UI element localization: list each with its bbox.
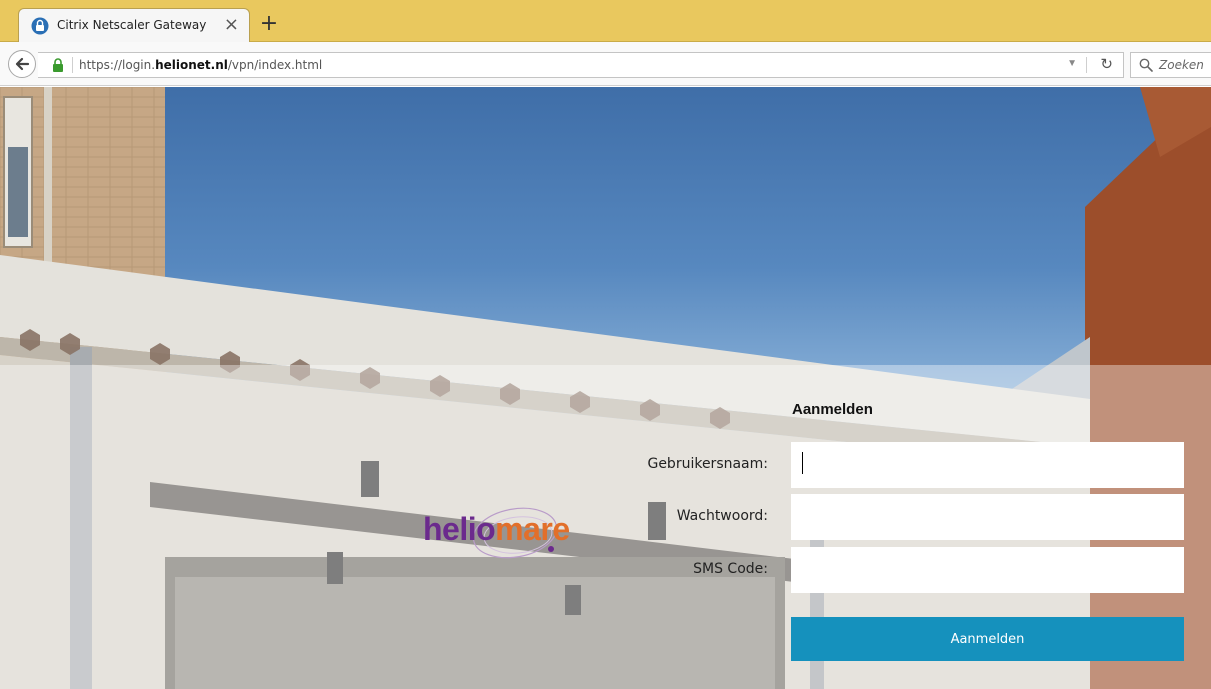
close-icon[interactable]: × (224, 14, 239, 36)
browser-tab-bar: Citrix Netscaler Gateway × + (0, 0, 1211, 42)
login-submit-button[interactable]: Aanmelden (791, 617, 1184, 661)
navigation-bar: https://login.helionet.nl/vpn/index.html… (0, 42, 1211, 86)
tab-title: Citrix Netscaler Gateway (57, 18, 207, 32)
back-arrow-icon (15, 57, 30, 71)
lock-icon (53, 58, 63, 72)
login-page: heliomare Aanmelden Gebruikersnaam: Wach… (0, 87, 1211, 689)
citrix-tab-icon (31, 17, 49, 35)
sms-code-label: SMS Code: (693, 561, 768, 577)
plus-icon[interactable]: + (256, 13, 282, 37)
browser-tab[interactable]: Citrix Netscaler Gateway × (18, 8, 250, 42)
reload-icon[interactable]: ↻ (1100, 55, 1113, 73)
back-button[interactable] (8, 50, 36, 78)
url-separator (72, 57, 73, 73)
url-text[interactable]: https://login.helionet.nl/vpn/index.html (79, 58, 322, 72)
logo-part1: helio (423, 511, 496, 547)
username-field[interactable] (791, 442, 1184, 488)
url-prefix: https://login. (79, 58, 156, 72)
search-box[interactable]: Zoeken (1130, 52, 1211, 78)
sms-code-field[interactable] (791, 547, 1184, 593)
search-icon (1139, 58, 1153, 72)
search-placeholder: Zoeken (1159, 58, 1204, 72)
url-domain: helionet.nl (155, 58, 228, 72)
logo-text: heliomare (423, 511, 570, 548)
dropdown-arrow-icon[interactable]: ▼ (1067, 58, 1077, 69)
password-field[interactable] (791, 494, 1184, 540)
url-bar[interactable]: https://login.helionet.nl/vpn/index.html… (38, 52, 1124, 78)
url-path: /vpn/index.html (227, 58, 323, 72)
url-separator (1086, 57, 1087, 73)
logo-part2: mare (495, 511, 570, 547)
login-form-title: Aanmelden (792, 401, 873, 418)
heliomare-logo: heliomare (420, 499, 570, 561)
password-label: Wachtwoord: (676, 508, 768, 524)
username-label: Gebruikersnaam: (647, 456, 768, 472)
text-cursor (802, 452, 803, 474)
